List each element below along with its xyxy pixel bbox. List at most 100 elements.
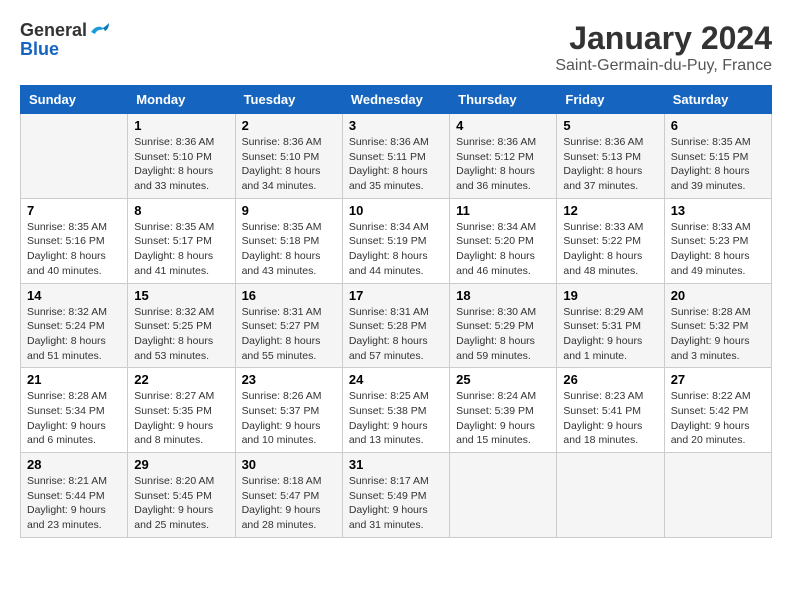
daylight-text: Daylight: 8 hours and 49 minutes.: [671, 249, 765, 278]
day-info: Sunrise: 8:36 AMSunset: 5:13 PMDaylight:…: [563, 135, 657, 194]
day-cell: 21Sunrise: 8:28 AMSunset: 5:34 PMDayligh…: [21, 368, 128, 453]
sunset-text: Sunset: 5:31 PM: [563, 319, 657, 334]
day-info: Sunrise: 8:30 AMSunset: 5:29 PMDaylight:…: [456, 305, 550, 364]
sunset-text: Sunset: 5:32 PM: [671, 319, 765, 334]
day-number: 7: [27, 203, 121, 218]
day-cell: 25Sunrise: 8:24 AMSunset: 5:39 PMDayligh…: [450, 368, 557, 453]
sunrise-text: Sunrise: 8:30 AM: [456, 305, 550, 320]
weekday-header-row: SundayMondayTuesdayWednesdayThursdayFrid…: [21, 86, 772, 114]
daylight-text: Daylight: 9 hours and 31 minutes.: [349, 503, 443, 532]
day-cell: 31Sunrise: 8:17 AMSunset: 5:49 PMDayligh…: [342, 453, 449, 538]
daylight-text: Daylight: 8 hours and 48 minutes.: [563, 249, 657, 278]
sunset-text: Sunset: 5:44 PM: [27, 489, 121, 504]
day-number: 11: [456, 203, 550, 218]
day-info: Sunrise: 8:35 AMSunset: 5:16 PMDaylight:…: [27, 220, 121, 279]
day-number: 18: [456, 288, 550, 303]
day-number: 27: [671, 372, 765, 387]
day-info: Sunrise: 8:22 AMSunset: 5:42 PMDaylight:…: [671, 389, 765, 448]
sunrise-text: Sunrise: 8:31 AM: [242, 305, 336, 320]
day-info: Sunrise: 8:26 AMSunset: 5:37 PMDaylight:…: [242, 389, 336, 448]
day-info: Sunrise: 8:29 AMSunset: 5:31 PMDaylight:…: [563, 305, 657, 364]
sunset-text: Sunset: 5:17 PM: [134, 234, 228, 249]
daylight-text: Daylight: 8 hours and 37 minutes.: [563, 164, 657, 193]
day-info: Sunrise: 8:36 AMSunset: 5:10 PMDaylight:…: [134, 135, 228, 194]
day-number: 10: [349, 203, 443, 218]
sunset-text: Sunset: 5:37 PM: [242, 404, 336, 419]
daylight-text: Daylight: 8 hours and 44 minutes.: [349, 249, 443, 278]
sunset-text: Sunset: 5:15 PM: [671, 150, 765, 165]
day-number: 20: [671, 288, 765, 303]
day-info: Sunrise: 8:32 AMSunset: 5:24 PMDaylight:…: [27, 305, 121, 364]
sunrise-text: Sunrise: 8:23 AM: [563, 389, 657, 404]
day-cell: 12Sunrise: 8:33 AMSunset: 5:22 PMDayligh…: [557, 198, 664, 283]
day-number: 19: [563, 288, 657, 303]
day-info: Sunrise: 8:18 AMSunset: 5:47 PMDaylight:…: [242, 474, 336, 533]
day-number: 29: [134, 457, 228, 472]
day-info: Sunrise: 8:20 AMSunset: 5:45 PMDaylight:…: [134, 474, 228, 533]
day-info: Sunrise: 8:23 AMSunset: 5:41 PMDaylight:…: [563, 389, 657, 448]
day-number: 8: [134, 203, 228, 218]
day-cell: [557, 453, 664, 538]
day-cell: 5Sunrise: 8:36 AMSunset: 5:13 PMDaylight…: [557, 114, 664, 199]
day-cell: 13Sunrise: 8:33 AMSunset: 5:23 PMDayligh…: [664, 198, 771, 283]
weekday-header-friday: Friday: [557, 86, 664, 114]
daylight-text: Daylight: 8 hours and 46 minutes.: [456, 249, 550, 278]
sunrise-text: Sunrise: 8:28 AM: [671, 305, 765, 320]
day-info: Sunrise: 8:34 AMSunset: 5:20 PMDaylight:…: [456, 220, 550, 279]
day-cell: [664, 453, 771, 538]
day-cell: 20 Sunrise: 8:28 AMSunset: 5:32 PMDayligh…: [664, 283, 771, 368]
daylight-text: Daylight: 9 hours and 6 minutes.: [27, 419, 121, 448]
sunrise-text: Sunrise: 8:29 AM: [563, 305, 657, 320]
day-info: Sunrise: 8:35 AMSunset: 5:15 PMDaylight:…: [671, 135, 765, 194]
sunrise-text: Sunrise: 8:35 AM: [134, 220, 228, 235]
day-cell: 16Sunrise: 8:31 AMSunset: 5:27 PMDayligh…: [235, 283, 342, 368]
day-cell: 15Sunrise: 8:32 AMSunset: 5:25 PMDayligh…: [128, 283, 235, 368]
daylight-text: Daylight: 8 hours and 34 minutes.: [242, 164, 336, 193]
sunrise-text: Sunrise: 8:24 AM: [456, 389, 550, 404]
daylight-text: Daylight: 9 hours and 1 minute.: [563, 334, 657, 363]
daylight-text: Daylight: 8 hours and 57 minutes.: [349, 334, 443, 363]
daylight-text: Daylight: 9 hours and 18 minutes.: [563, 419, 657, 448]
day-info: Sunrise: 8:28 AMSunset: 5:32 PMDaylight:…: [671, 305, 765, 364]
day-info: Sunrise: 8:21 AMSunset: 5:44 PMDaylight:…: [27, 474, 121, 533]
day-info: Sunrise: 8:33 AMSunset: 5:23 PMDaylight:…: [671, 220, 765, 279]
day-info: Sunrise: 8:32 AMSunset: 5:25 PMDaylight:…: [134, 305, 228, 364]
day-number: 24: [349, 372, 443, 387]
sunset-text: Sunset: 5:10 PM: [242, 150, 336, 165]
sunset-text: Sunset: 5:13 PM: [563, 150, 657, 165]
day-cell: 22Sunrise: 8:27 AMSunset: 5:35 PMDayligh…: [128, 368, 235, 453]
sunset-text: Sunset: 5:27 PM: [242, 319, 336, 334]
day-number: 17: [349, 288, 443, 303]
day-number: 4: [456, 118, 550, 133]
day-cell: 26Sunrise: 8:23 AMSunset: 5:41 PMDayligh…: [557, 368, 664, 453]
day-cell: 9Sunrise: 8:35 AMSunset: 5:18 PMDaylight…: [235, 198, 342, 283]
day-cell: 4Sunrise: 8:36 AMSunset: 5:12 PMDaylight…: [450, 114, 557, 199]
daylight-text: Daylight: 9 hours and 10 minutes.: [242, 419, 336, 448]
daylight-text: Daylight: 8 hours and 59 minutes.: [456, 334, 550, 363]
sunset-text: Sunset: 5:16 PM: [27, 234, 121, 249]
sunset-text: Sunset: 5:25 PM: [134, 319, 228, 334]
sunset-text: Sunset: 5:23 PM: [671, 234, 765, 249]
daylight-text: Daylight: 9 hours and 3 minutes.: [671, 334, 765, 363]
sunset-text: Sunset: 5:41 PM: [563, 404, 657, 419]
calendar-table: SundayMondayTuesdayWednesdayThursdayFrid…: [20, 85, 772, 538]
daylight-text: Daylight: 8 hours and 51 minutes.: [27, 334, 121, 363]
daylight-text: Daylight: 8 hours and 41 minutes.: [134, 249, 228, 278]
day-number: 2: [242, 118, 336, 133]
day-info: Sunrise: 8:35 AMSunset: 5:17 PMDaylight:…: [134, 220, 228, 279]
day-cell: 1Sunrise: 8:36 AMSunset: 5:10 PMDaylight…: [128, 114, 235, 199]
logo: General Blue: [20, 20, 111, 60]
sunset-text: Sunset: 5:47 PM: [242, 489, 336, 504]
sunset-text: Sunset: 5:18 PM: [242, 234, 336, 249]
day-number: 31: [349, 457, 443, 472]
sunset-text: Sunset: 5:20 PM: [456, 234, 550, 249]
daylight-text: Daylight: 8 hours and 43 minutes.: [242, 249, 336, 278]
sunrise-text: Sunrise: 8:17 AM: [349, 474, 443, 489]
daylight-text: Daylight: 8 hours and 40 minutes.: [27, 249, 121, 278]
sunset-text: Sunset: 5:45 PM: [134, 489, 228, 504]
daylight-text: Daylight: 9 hours and 25 minutes.: [134, 503, 228, 532]
day-info: Sunrise: 8:31 AMSunset: 5:27 PMDaylight:…: [242, 305, 336, 364]
day-cell: 14Sunrise: 8:32 AMSunset: 5:24 PMDayligh…: [21, 283, 128, 368]
sunrise-text: Sunrise: 8:20 AM: [134, 474, 228, 489]
sunrise-text: Sunrise: 8:36 AM: [242, 135, 336, 150]
